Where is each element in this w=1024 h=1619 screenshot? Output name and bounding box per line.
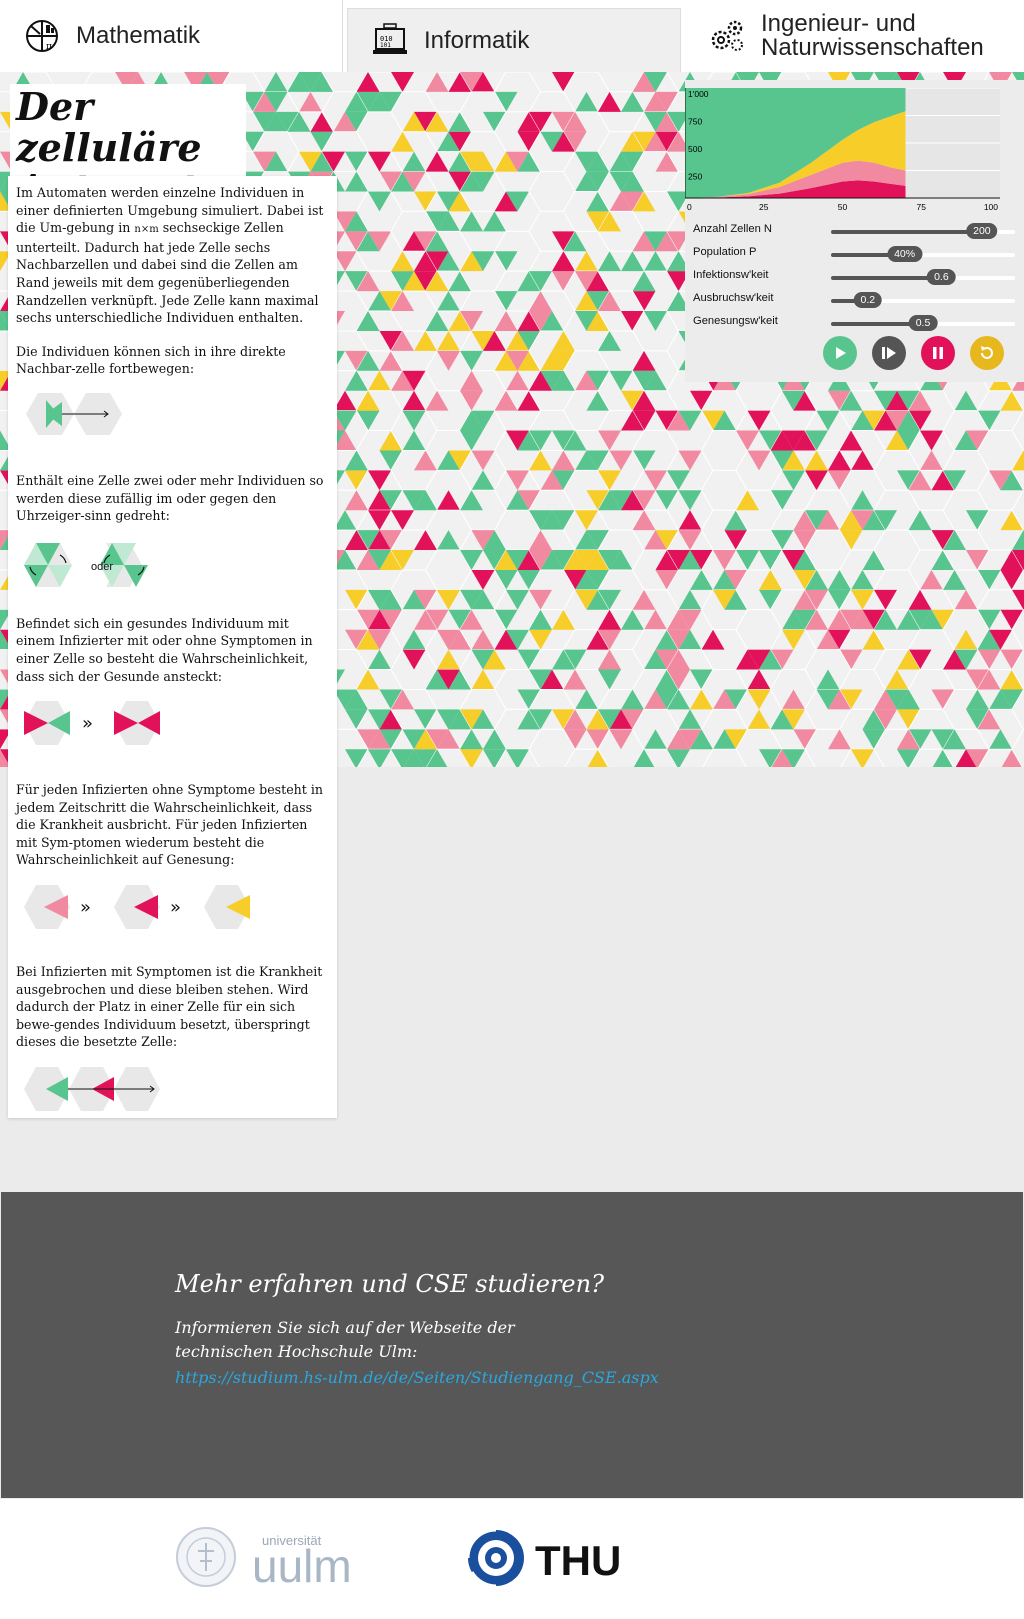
tab-label: Mathematik [76,22,201,49]
progression-paragraph: Für jeden Infizierten ohne Symptome best… [16,782,323,868]
chart-y-tick-label: 250 [688,172,702,182]
chart-y-tick-label: 750 [688,117,702,127]
chart-x-tick-label: 25 [759,202,769,212]
math-icon: π [22,16,62,56]
uulm-logo-word: uulm [252,1540,352,1589]
svg-text:»: » [80,897,91,918]
intro-paragraph: Im Automaten werden einzelne Individuen … [16,185,324,326]
rotation-paragraph: Enthält eine Zelle zwei oder mehr Indivi… [16,472,324,524]
slider-row: Genesungsw'keit 0.5 [693,312,1024,334]
slider-fill [831,276,942,280]
slider-thumb[interactable]: 0.5 [908,315,938,331]
tab-mathematik[interactable]: π Mathematik [0,0,343,72]
uulm-logo[interactable]: universität uulm [176,1525,396,1593]
chart-x-tick-label: 100 [984,202,998,212]
study-program-link[interactable]: https://studium.hs-ulm.de/de/Seiten/Stud… [175,1368,659,1387]
chart-x-tick-label: 75 [917,202,927,212]
slider-track[interactable]: 200 [831,223,1015,239]
explanation-card: Im Automaten werden einzelne Individuen … [8,176,337,1118]
pause-button[interactable] [921,336,955,370]
svg-text:π: π [46,42,52,52]
chart-x-tick-label: 0 [687,202,692,212]
playback-buttons [823,336,1004,370]
slider-thumb[interactable]: 0.6 [927,269,956,285]
slider-thumb[interactable]: 200 [966,223,998,239]
slider-label: Infektionsw'keit [693,269,769,281]
skip-paragraph: Bei Infizierten mit Symptomen ist die Kr… [16,964,323,1050]
slider-label: Population P [693,246,757,258]
slider-fill [831,230,982,234]
slider-thumb[interactable]: 0.2 [853,292,883,308]
chart-y-tick-label: 1'000 [688,89,709,99]
control-panel: 0 25 50 75 100 250 500 750 1'000 Anzahl Zellen N… [685,80,1024,382]
reset-icon [981,346,993,359]
svg-text:»: » [82,713,93,734]
top-navigation: π Mathematik 010 101 Informatik Ingenieur… [0,0,1024,73]
computer-icon: 010 101 [370,21,410,61]
infection-figure: » [16,697,329,753]
movement-figure [16,386,329,442]
infection-paragraph: Befindet sich ein gesundes Individuum mi… [16,615,313,684]
skip-figure [16,1063,329,1119]
slider-label: Genesungsw'keit [693,315,778,327]
gears-icon [707,16,747,56]
oder-label: oder [91,560,114,573]
slider-row: Ausbruchsw'keit 0.2 [693,289,1024,311]
slider-label: Anzahl Zellen N [693,223,772,235]
play-icon [836,347,846,359]
chart-x-tick-label: 50 [838,202,848,212]
logo-bar: universität uulm THU [0,1499,1024,1619]
movement-paragraph: Die Individuen können sich in ihre direk… [16,343,286,377]
tab-informatik[interactable]: 010 101 Informatik [347,8,681,72]
thu-logo[interactable]: THU [465,1527,635,1593]
chart-y-tick-label: 500 [688,144,702,154]
thu-logo-word: THU [535,1537,621,1584]
tab-label: Ingenieur- und Naturwissenschaften [761,10,984,61]
pause-icon [933,347,943,359]
step-icon [882,347,896,359]
slider-row: Infektionsw'keit 0.6 [693,266,1024,288]
population-chart: 0 25 50 75 100 250 500 750 1'000 [685,88,1000,212]
promo-subtext: Informieren Sie sich auf der Webseite de… [175,1318,515,1361]
slider-thumb[interactable]: 40% [887,246,923,262]
svg-text:101: 101 [380,42,391,49]
svg-text:»: » [170,897,181,918]
step-button[interactable] [872,336,906,370]
slider-row: Population P 40% [693,243,1024,265]
slider-track[interactable]: 0.2 [831,292,1015,308]
rotation-figure: oder [16,537,329,597]
slider-row: Anzahl Zellen N 200 [693,220,1024,242]
study-promo: Mehr erfahren und CSE studieren? Informi… [1,1192,1023,1498]
slider-track[interactable]: 40% [831,246,1015,262]
slider-track[interactable]: 0.6 [831,269,1015,285]
play-button[interactable] [823,336,857,370]
slider-label: Ausbruchsw'keit [693,292,774,304]
reset-button[interactable] [970,336,1004,370]
tab-label: Informatik [424,26,530,54]
progression-figure: » » [16,881,329,937]
tab-ingenieur-naturwissenschaften[interactable]: Ingenieur- und Naturwissenschaften [685,0,1024,72]
slider-track[interactable]: 0.5 [831,315,1015,331]
promo-heading: Mehr erfahren und CSE studieren? [175,1270,604,1298]
